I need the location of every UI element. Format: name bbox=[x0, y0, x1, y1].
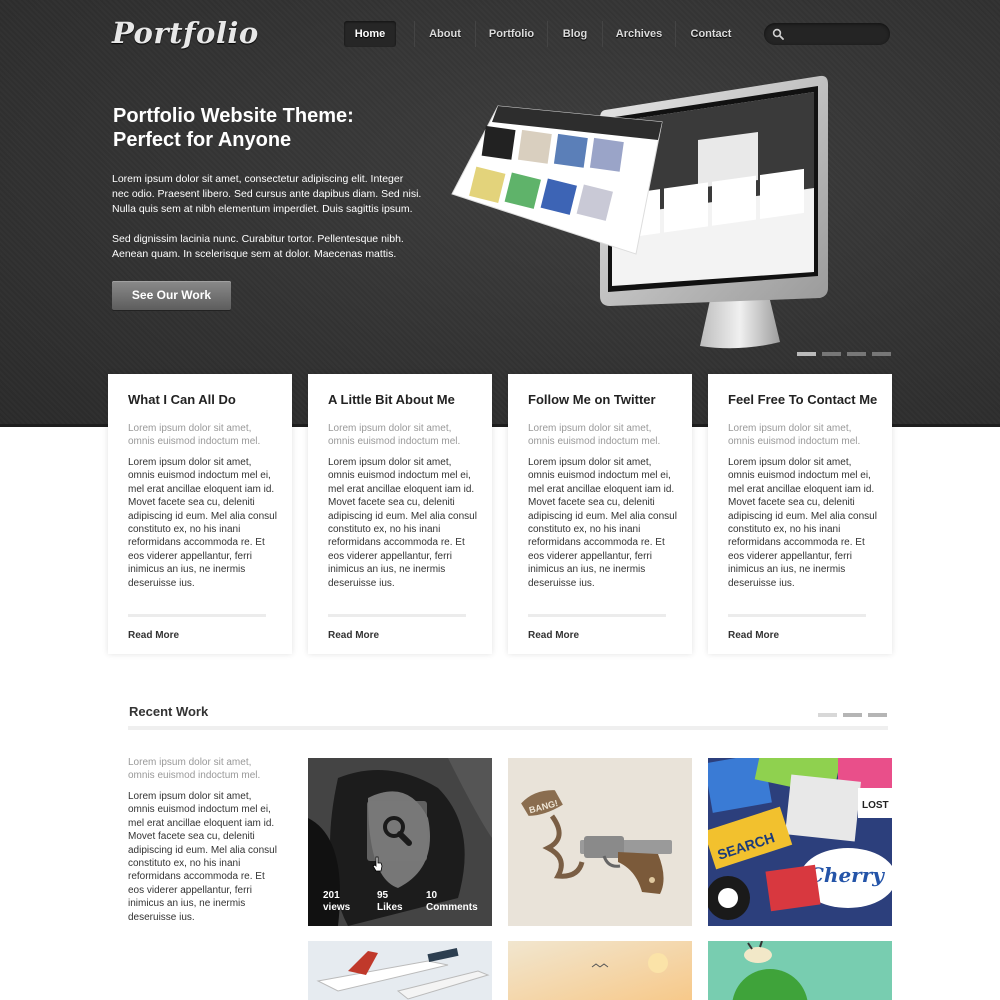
slider-dot[interactable] bbox=[872, 352, 891, 356]
slider-dot[interactable] bbox=[797, 352, 816, 356]
portfolio-thumbnail[interactable]: SEARCH LOST Cherry bbox=[708, 758, 892, 926]
hero-slider-dots bbox=[797, 352, 891, 356]
pistol-illustration: BANG! bbox=[508, 758, 692, 926]
magnifier-icon bbox=[383, 816, 412, 846]
nav-blog[interactable]: Blog bbox=[548, 21, 602, 47]
comments-stat: 10 Comments bbox=[426, 890, 478, 914]
portfolio-thumbnail[interactable] bbox=[308, 941, 492, 1000]
feature-box-lead: Lorem ipsum dolor sit amet, omnis euismo… bbox=[728, 423, 861, 447]
site-logo[interactable]: Portfolio bbox=[112, 16, 259, 50]
pager-dot[interactable] bbox=[868, 713, 887, 717]
recent-work-body: Lorem ipsum dolor sit amet, omnis euismo… bbox=[128, 791, 277, 923]
feature-box-title: What I Can All Do bbox=[128, 392, 236, 407]
feature-box-lead: Lorem ipsum dolor sit amet, omnis euismo… bbox=[528, 423, 661, 447]
read-more-link[interactable]: Read More bbox=[728, 630, 779, 641]
feature-box: What I Can All Do Lorem ipsum dolor sit … bbox=[108, 374, 292, 654]
hero-paragraph: Sed dignissim lacinia nunc. Curabitur to… bbox=[112, 233, 404, 260]
hero-title-line: Portfolio Website Theme: bbox=[113, 105, 354, 127]
likes-label: Likes bbox=[377, 902, 403, 913]
read-more-link[interactable]: Read More bbox=[528, 630, 579, 641]
views-count: 201 bbox=[323, 890, 340, 901]
portfolio-thumbnail[interactable] bbox=[508, 941, 692, 1000]
divider bbox=[128, 614, 266, 617]
comments-count: 10 bbox=[426, 890, 438, 901]
nav-contact[interactable]: Contact bbox=[676, 21, 746, 47]
sticker-text: Cherry bbox=[808, 863, 885, 887]
hero-paragraph: Lorem ipsum dolor sit amet, consectetur … bbox=[112, 173, 422, 215]
comments-label: Comments bbox=[426, 902, 478, 913]
search-icon[interactable] bbox=[772, 28, 784, 40]
slider-dot[interactable] bbox=[847, 352, 866, 356]
hero-title: Portfolio Website Theme: Perfect for Any… bbox=[113, 104, 413, 152]
read-more-link[interactable]: Read More bbox=[328, 630, 379, 641]
views-stat: 201 views bbox=[323, 890, 377, 914]
hand-pointer-icon bbox=[372, 856, 383, 872]
monitor-mockup-image bbox=[451, 75, 828, 349]
hero-section: Portfolio Home About Portfolio Blog Arch… bbox=[0, 0, 1000, 427]
portfolio-thumbnail[interactable]: 201 views 95 Likes 10 Comments bbox=[308, 758, 492, 926]
hero-title-line: Perfect for Anyone bbox=[113, 129, 292, 151]
slider-dot[interactable] bbox=[822, 352, 841, 356]
divider bbox=[528, 614, 666, 617]
feature-box-title: A Little Bit About Me bbox=[328, 392, 455, 407]
likes-count: 95 bbox=[377, 890, 389, 901]
recent-work-pager bbox=[818, 713, 887, 717]
nav-portfolio[interactable]: Portfolio bbox=[476, 21, 547, 47]
views-label: views bbox=[323, 902, 351, 913]
feature-box: A Little Bit About Me Lorem ipsum dolor … bbox=[308, 374, 492, 654]
green-character-image bbox=[708, 941, 892, 1000]
search-input[interactable] bbox=[788, 26, 884, 42]
feature-box-body: Lorem ipsum dolor sit amet, omnis euismo… bbox=[728, 457, 877, 589]
divider bbox=[128, 726, 888, 730]
feature-box-lead: Lorem ipsum dolor sit amet, omnis euismo… bbox=[128, 423, 261, 447]
pager-dot[interactable] bbox=[843, 713, 862, 717]
sticker-collage-image: SEARCH LOST Cherry bbox=[708, 758, 892, 926]
search-box[interactable] bbox=[764, 23, 890, 45]
feature-box-lead: Lorem ipsum dolor sit amet, omnis euismo… bbox=[328, 423, 461, 447]
recent-work-lead: Lorem ipsum dolor sit amet, omnis euismo… bbox=[128, 757, 261, 781]
feature-box-body: Lorem ipsum dolor sit amet, omnis euismo… bbox=[528, 457, 677, 589]
thumbnail-stats: 201 views 95 Likes 10 Comments bbox=[323, 890, 478, 914]
nav-archives[interactable]: Archives bbox=[603, 21, 675, 47]
main-nav: Home About Portfolio Blog Archives Conta… bbox=[344, 21, 746, 47]
pager-dot[interactable] bbox=[818, 713, 837, 717]
feature-box-title: Follow Me on Twitter bbox=[528, 392, 656, 407]
divider bbox=[328, 614, 466, 617]
portfolio-thumbnail[interactable] bbox=[708, 941, 892, 1000]
sunset-image bbox=[508, 941, 692, 1000]
see-our-work-button[interactable]: See Our Work bbox=[112, 281, 231, 310]
nav-home[interactable]: Home bbox=[344, 21, 396, 47]
feature-box: Feel Free To Contact Me Lorem ipsum dolo… bbox=[708, 374, 892, 654]
feature-box: Follow Me on Twitter Lorem ipsum dolor s… bbox=[508, 374, 692, 654]
read-more-link[interactable]: Read More bbox=[128, 630, 179, 641]
nav-about[interactable]: About bbox=[415, 21, 475, 47]
portfolio-thumbnail[interactable]: BANG! bbox=[508, 758, 692, 926]
likes-stat: 95 Likes bbox=[377, 890, 426, 914]
airplanes-image bbox=[308, 941, 492, 1000]
recent-work-heading: Recent Work bbox=[129, 704, 209, 719]
feature-box-body: Lorem ipsum dolor sit amet, omnis euismo… bbox=[128, 457, 277, 589]
feature-box-body: Lorem ipsum dolor sit amet, omnis euismo… bbox=[328, 457, 477, 589]
feature-box-title: Feel Free To Contact Me bbox=[728, 392, 878, 407]
divider bbox=[728, 614, 866, 617]
sticker-text: LOST bbox=[862, 800, 889, 811]
zoom-button[interactable] bbox=[367, 801, 427, 861]
